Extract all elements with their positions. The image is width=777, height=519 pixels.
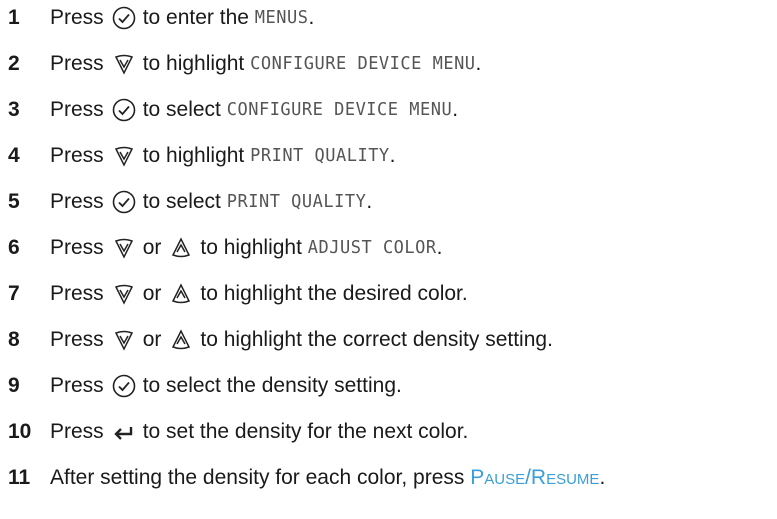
step-4: 4 Press to highlight PRINT QUALITY . xyxy=(8,138,396,174)
step-number: 7 xyxy=(8,282,20,305)
step-end: . xyxy=(366,190,373,213)
step-11: 11 After setting the density for each co… xyxy=(8,460,605,496)
step-number: 5 xyxy=(8,190,20,213)
step-text: After setting the density for each color… xyxy=(50,466,465,489)
step-text: Press xyxy=(50,144,104,167)
step-text: Press xyxy=(50,190,104,213)
step-text: Press xyxy=(50,420,104,443)
lcd-text: MENUS xyxy=(254,7,309,29)
lcd-text: ADJUST COLOR xyxy=(307,237,437,259)
up-arrow-icon xyxy=(168,235,194,261)
down-arrow-icon xyxy=(111,235,137,261)
step-number: 9 xyxy=(8,374,20,397)
step-text: or xyxy=(142,328,162,351)
select-check-icon xyxy=(111,5,137,31)
step-number: 3 xyxy=(8,98,20,121)
step-number: 10 xyxy=(8,420,32,443)
select-check-icon xyxy=(111,97,137,123)
step-number: 11 xyxy=(8,466,31,489)
step-text: Press xyxy=(50,236,104,259)
select-check-icon xyxy=(111,373,137,399)
up-arrow-icon xyxy=(168,327,194,353)
step-number: 4 xyxy=(8,144,20,167)
down-arrow-icon xyxy=(111,51,137,77)
step-text: Press xyxy=(50,282,104,305)
step-8: 8 Press or to highlight the correct dens… xyxy=(8,322,553,358)
step-end: . xyxy=(436,236,443,259)
step-10: 10 Press to set the density for the next… xyxy=(8,414,468,450)
lcd-text: CONFIGURE DEVICE MENU xyxy=(226,99,453,121)
step-text: to highlight xyxy=(142,52,245,75)
step-text: to highlight the desired color. xyxy=(200,282,468,305)
pause-resume-key: Pause/Resume xyxy=(470,466,600,489)
step-number: 8 xyxy=(8,328,20,351)
step-number: 2 xyxy=(8,52,20,75)
lcd-text: PRINT QUALITY xyxy=(226,191,367,213)
step-5: 5 Press to select PRINT QUALITY . xyxy=(8,184,372,220)
step-end: . xyxy=(308,6,315,29)
step-text: Press xyxy=(50,6,104,29)
step-text: to highlight xyxy=(142,144,245,167)
up-arrow-icon xyxy=(168,281,194,307)
back-arrow-icon xyxy=(111,419,137,445)
step-end: . xyxy=(389,144,396,167)
step-1: 1 Press to enter the MENUS . xyxy=(8,0,314,36)
step-text: Press xyxy=(50,52,104,75)
step-end: . xyxy=(452,98,459,121)
step-text: to enter the xyxy=(142,6,249,29)
step-number: 6 xyxy=(8,236,20,259)
step-text: or xyxy=(142,282,162,305)
step-end: . xyxy=(599,466,606,489)
lcd-text: PRINT QUALITY xyxy=(250,145,390,167)
step-7: 7 Press or to highlight the desired colo… xyxy=(8,276,468,312)
step-end: . xyxy=(475,52,482,75)
step-text: Press xyxy=(50,98,104,121)
step-6: 6 Press or to highlight ADJUST COLOR . xyxy=(8,230,442,266)
step-text: to set the density for the next color. xyxy=(142,420,469,443)
step-text: Press xyxy=(50,328,104,351)
step-text: to highlight xyxy=(200,236,302,259)
step-text: to highlight the correct density setting… xyxy=(200,328,553,351)
step-text: Press xyxy=(50,374,104,397)
lcd-text: CONFIGURE DEVICE MENU xyxy=(250,53,476,75)
step-3: 3 Press to select CONFIGURE DEVICE MENU … xyxy=(8,92,458,128)
step-text: to select the density setting. xyxy=(142,374,402,397)
step-number: 1 xyxy=(8,6,20,29)
step-2: 2 Press to highlight CONFIGURE DEVICE ME… xyxy=(8,46,481,82)
step-9: 9 Press to select the density setting. xyxy=(8,368,402,404)
down-arrow-icon xyxy=(111,281,137,307)
step-text: to select xyxy=(142,98,221,121)
down-arrow-icon xyxy=(111,143,137,169)
down-arrow-icon xyxy=(111,327,137,353)
select-check-icon xyxy=(111,189,137,215)
instruction-steps: 1 Press to enter the MENUS . 2 Press to … xyxy=(0,0,777,519)
step-text: to select xyxy=(142,190,221,213)
step-text: or xyxy=(142,236,162,259)
